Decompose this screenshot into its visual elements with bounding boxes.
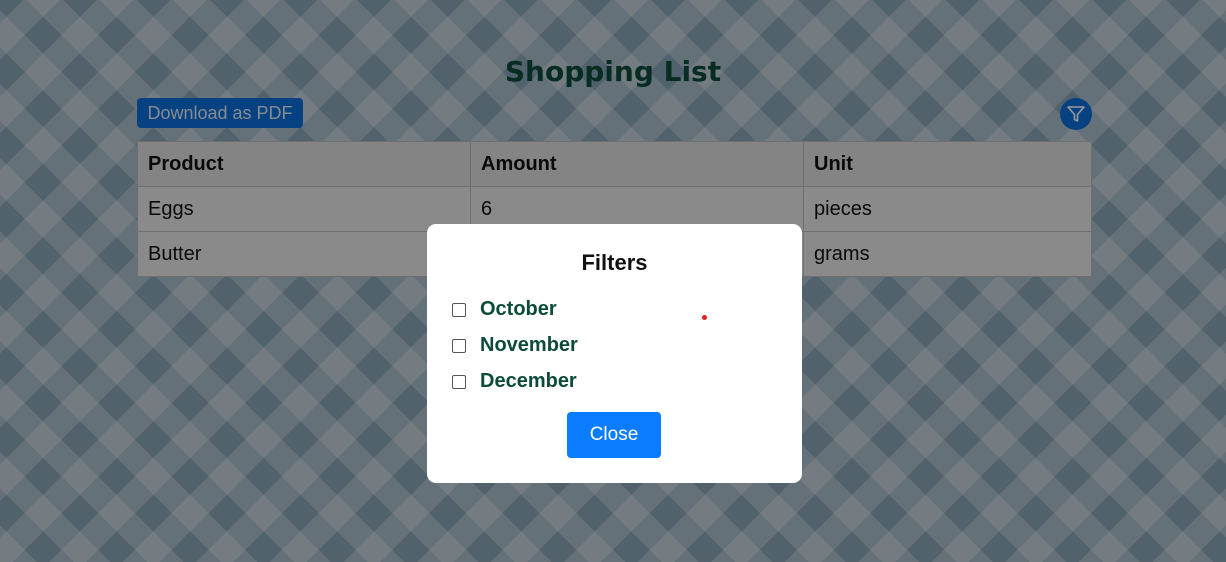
filter-option-label: December (480, 370, 577, 392)
close-button[interactable]: Close (567, 412, 661, 458)
cursor-dot (702, 315, 707, 320)
checkbox[interactable] (452, 302, 466, 317)
filter-option-label: November (480, 334, 578, 356)
filter-option-label: October (480, 298, 557, 320)
checkbox[interactable] (452, 374, 466, 389)
modal-title: Filters (581, 250, 648, 275)
filters-modal: Filters October November December Close (427, 224, 802, 483)
filter-option-november[interactable]: November (452, 334, 578, 357)
filter-option-december[interactable]: December (452, 370, 577, 393)
checkbox[interactable] (452, 338, 466, 353)
filter-option-october[interactable]: October (452, 298, 557, 321)
